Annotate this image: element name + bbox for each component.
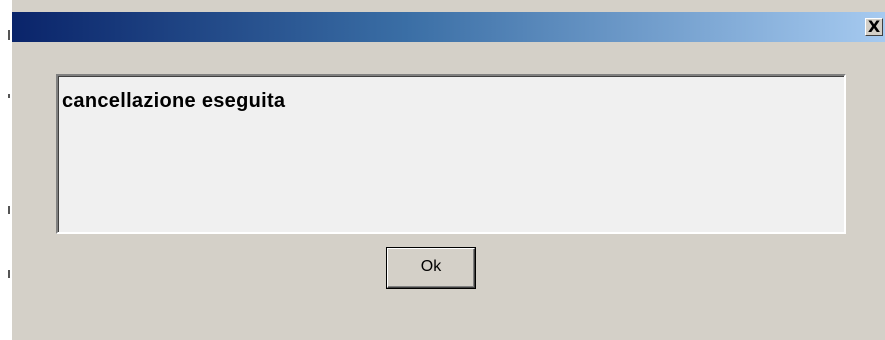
screen: X cancellazione eseguita Ok — [0, 0, 885, 340]
background-window-mark — [8, 30, 10, 40]
message-area: cancellazione eseguita — [56, 74, 846, 234]
background-window-mark — [8, 206, 10, 214]
ok-button[interactable]: Ok — [386, 247, 476, 289]
background-window-edge — [0, 0, 12, 340]
message-text: cancellazione eseguita — [62, 90, 286, 112]
background-window-mark — [8, 270, 10, 278]
background-window-mark — [8, 94, 10, 98]
message-dialog: X cancellazione eseguita Ok — [12, 12, 885, 340]
dialog-titlebar[interactable]: X — [12, 12, 885, 42]
close-button[interactable]: X — [865, 18, 883, 36]
